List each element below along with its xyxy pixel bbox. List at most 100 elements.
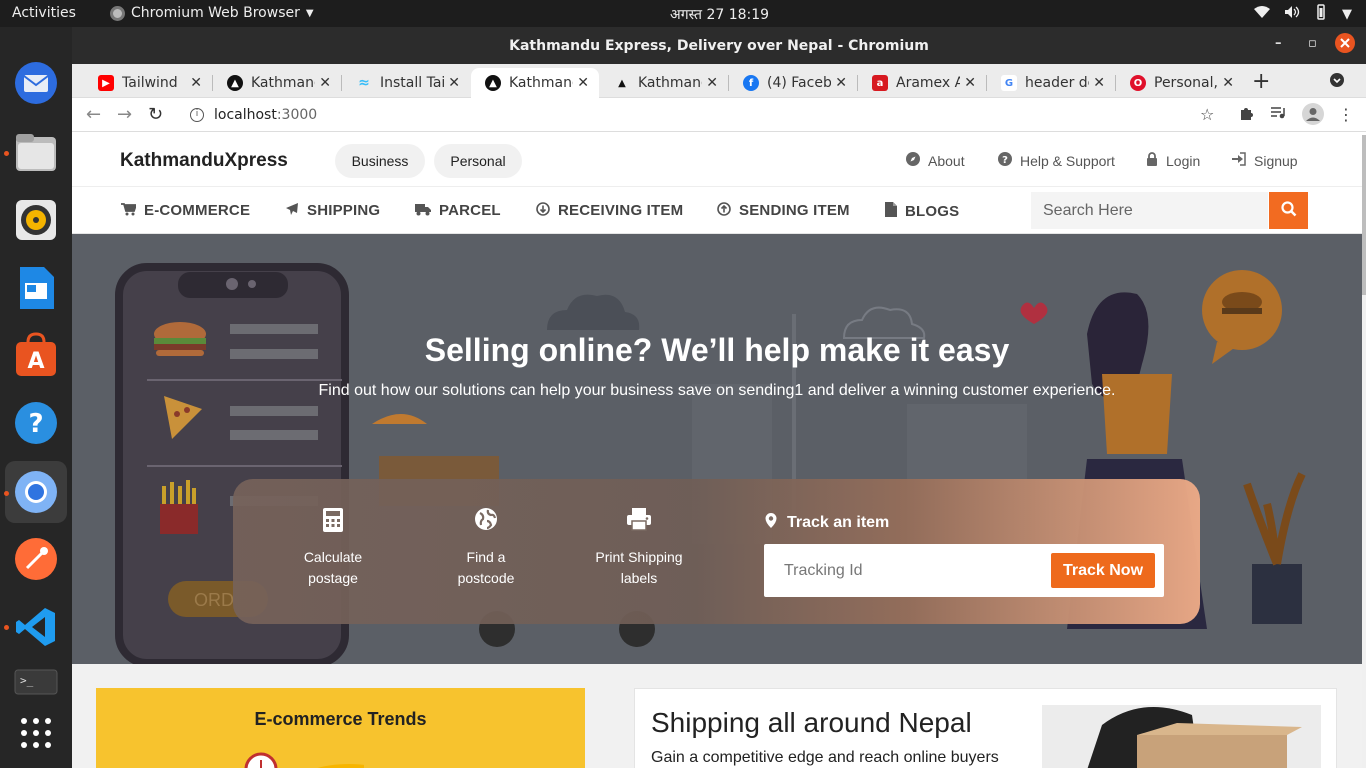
close-tab-icon[interactable]: ✕: [1093, 75, 1105, 91]
nav-shipping-label: SHIPPING: [307, 202, 381, 219]
tab-strip: ▶Tailwind✕▲Kathmandu✕≈Install Tai✕▲Kathm…: [72, 64, 1366, 98]
opera-icon: O: [1130, 75, 1146, 91]
tab-search-icon[interactable]: [1330, 73, 1344, 90]
ecommerce-trends-card[interactable]: E-commerce Trends: [96, 688, 585, 768]
rhythmbox-icon[interactable]: [10, 194, 62, 246]
browser-tab[interactable]: a Aramex A ✕: [858, 68, 986, 98]
print-shipping-labels-link[interactable]: Print Shipping labels: [579, 507, 699, 589]
menu-kebab-icon[interactable]: ⋮: [1338, 105, 1354, 124]
media-queue-icon[interactable]: [1270, 105, 1286, 124]
close-tab-icon[interactable]: ✕: [1222, 75, 1234, 91]
nav-parcel[interactable]: PARCEL: [415, 202, 501, 219]
nav-receiving-item-label: RECEIVING ITEM: [558, 202, 684, 219]
writer-icon[interactable]: [10, 262, 62, 314]
segment-business[interactable]: Business: [335, 144, 425, 178]
shipping-card[interactable]: Shipping all around Nepal Gain a competi…: [634, 688, 1337, 768]
window-titlebar[interactable]: Kathmandu Express, Delivery over Nepal -…: [72, 27, 1366, 64]
scrollbar-thumb[interactable]: [1362, 135, 1366, 295]
question-icon: ?: [998, 152, 1012, 169]
site-info-icon[interactable]: i: [190, 108, 204, 122]
browser-tab[interactable]: O Personal, ✕: [1116, 68, 1244, 98]
extensions-icon[interactable]: [1239, 105, 1255, 125]
running-indicator: [4, 625, 9, 630]
search-input[interactable]: [1031, 192, 1268, 229]
thunderbird-icon[interactable]: [10, 57, 62, 109]
nav-ecommerce[interactable]: E-COMMERCE: [121, 202, 250, 219]
browser-tab[interactable]: ▲ Kathmandu✕: [471, 68, 599, 98]
nav-receiving-item[interactable]: RECEIVING ITEM: [536, 202, 683, 219]
nav-blogs[interactable]: BLOGS: [885, 202, 959, 220]
plane-icon: [285, 202, 299, 219]
calculate-postage-label: Calculate postage: [303, 549, 363, 586]
help-icon[interactable]: ?: [10, 397, 62, 449]
browser-tab[interactable]: Gheader de ✕: [987, 68, 1115, 98]
clock[interactable]: अगस्त 27 18:19: [670, 5, 769, 24]
bookmark-star-icon[interactable]: ☆: [1200, 105, 1214, 124]
nav-shipping[interactable]: SHIPPING: [285, 202, 380, 219]
calculate-postage-link[interactable]: Calculate postage: [273, 507, 393, 589]
nav-blogs-label: BLOGS: [905, 202, 960, 220]
app-icon: ▲: [485, 75, 501, 91]
close-tab-icon[interactable]: ✕: [448, 75, 460, 91]
browser-tab[interactable]: ≈ Install Tai ✕: [342, 68, 470, 98]
hero-art-text: ORD: [194, 590, 234, 610]
svg-text:>_: >_: [20, 674, 34, 687]
new-tab-button[interactable]: +: [1252, 69, 1270, 94]
about-link[interactable]: About: [906, 152, 965, 169]
back-icon[interactable]: ←: [86, 104, 101, 125]
profile-avatar[interactable]: [1302, 103, 1324, 129]
google-icon: G: [1001, 75, 1017, 91]
forward-icon[interactable]: →: [117, 104, 132, 125]
close-tab-icon[interactable]: ✕: [319, 75, 331, 91]
file-icon: [885, 202, 897, 220]
vscode-icon[interactable]: [10, 601, 62, 653]
shipping-title: Shipping all around Nepal: [651, 707, 972, 738]
postman-icon[interactable]: [10, 533, 62, 585]
search-button[interactable]: [1269, 192, 1308, 229]
browser-tab[interactable]: ▶ Tailwind ✕: [84, 68, 212, 98]
close-window-button[interactable]: [1334, 32, 1356, 58]
close-tab-icon[interactable]: ✕: [577, 75, 589, 91]
signup-link[interactable]: Signup: [1231, 152, 1298, 169]
activities-button[interactable]: Activities: [12, 5, 76, 21]
system-tray[interactable]: ▼: [1254, 4, 1352, 24]
site-brand[interactable]: KathmanduXpress: [120, 150, 288, 172]
segment-personal[interactable]: Personal: [434, 144, 522, 178]
terminal-icon[interactable]: >_: [10, 667, 62, 697]
login-link[interactable]: Login: [1146, 152, 1200, 169]
track-now-button[interactable]: Track Now: [1051, 553, 1155, 588]
tailwind-icon: ≈: [358, 75, 370, 91]
site-header: KathmanduXpress Business Personal About …: [72, 135, 1362, 187]
arrow-down-circle-icon: [536, 202, 550, 219]
show-apps-icon[interactable]: [10, 707, 62, 759]
close-tab-icon[interactable]: ✕: [190, 75, 202, 91]
page-scrollbar[interactable]: [1362, 135, 1366, 768]
find-postcode-link[interactable]: Find a postcode: [426, 507, 546, 589]
nav-sending-item-label: SENDING ITEM: [739, 202, 850, 219]
calculator-icon: [273, 507, 393, 533]
files-icon[interactable]: [10, 127, 62, 179]
maximize-icon[interactable]: ▫: [1308, 36, 1317, 51]
help-support-link[interactable]: ? Help & Support: [998, 152, 1115, 169]
close-tab-icon[interactable]: ✕: [964, 75, 976, 91]
minimize-icon[interactable]: –: [1275, 36, 1282, 51]
browser-window: Kathmandu Express, Delivery over Nepal -…: [72, 27, 1366, 768]
os-top-bar: Activities Chromium Web Browser ▼ अगस्त …: [0, 0, 1366, 27]
software-center-icon[interactable]: A: [10, 329, 62, 381]
lower-section: E-commerce Trends Shipping all around Ne…: [72, 664, 1362, 768]
youtube-icon: ▶: [98, 75, 114, 91]
close-tab-icon[interactable]: ✕: [835, 75, 847, 91]
reload-icon[interactable]: ↻: [148, 104, 163, 125]
svg-text:?: ?: [28, 409, 43, 439]
tab-label: Kathmandu: [251, 75, 315, 91]
close-tab-icon[interactable]: ✕: [706, 75, 718, 91]
app-menu[interactable]: Chromium Web Browser ▼: [110, 5, 314, 21]
address-bar[interactable]: i localhost:3000: [178, 101, 1228, 129]
browser-tab[interactable]: ▲ Kathmandu✕: [213, 68, 341, 98]
browser-tab[interactable]: ▲ Kathmandu✕: [600, 68, 728, 98]
chromium-dock-icon[interactable]: [5, 461, 67, 523]
signin-icon: [1231, 152, 1246, 169]
browser-tab[interactable]: f (4) Facebo✕: [729, 68, 857, 98]
truck-icon: [415, 203, 431, 219]
nav-sending-item[interactable]: SENDING ITEM: [717, 202, 850, 219]
